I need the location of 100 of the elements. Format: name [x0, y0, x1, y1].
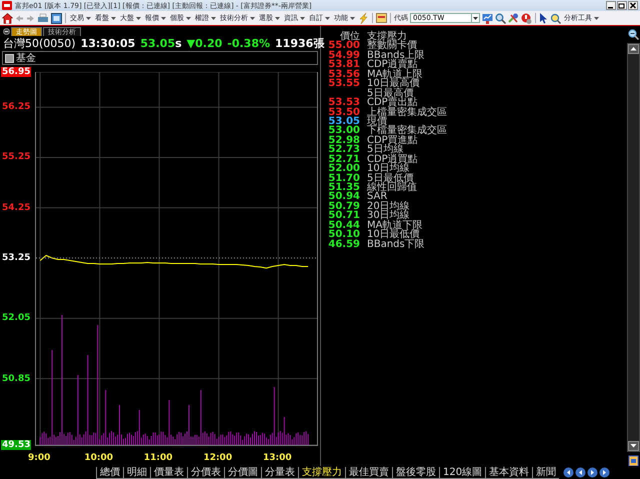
search-icon[interactable] — [495, 12, 506, 24]
volume: 11936張 — [275, 36, 324, 51]
y-axis-label: 55.25 — [1, 152, 32, 162]
price-suffix: s — [175, 37, 182, 50]
level-price: 50.71 — [327, 211, 360, 221]
x-axis-label: 13:00 — [262, 453, 292, 463]
level-label: BBands下限 — [367, 240, 425, 250]
panel-tab[interactable]: 盤後零股 — [392, 466, 439, 478]
level-price: 53.00 — [327, 126, 360, 136]
level-price: 50.44 — [327, 220, 360, 230]
panel-tab[interactable]: 價量表 — [150, 466, 187, 478]
level-price: 50.94 — [327, 192, 360, 202]
pointer-icon[interactable] — [539, 12, 548, 24]
panel-tab[interactable]: 分價圖 — [224, 466, 261, 478]
level-price: 51.70 — [327, 174, 360, 184]
magnifier-icon[interactable] — [550, 12, 561, 24]
caret-icon — [211, 16, 216, 20]
nav-first-icon[interactable] — [563, 467, 574, 478]
panel-tab[interactable]: 支撐壓力 — [298, 466, 345, 478]
level-label: 10日最低價 — [367, 230, 420, 240]
scroll-up-icon[interactable] — [628, 44, 639, 54]
alert-icon[interactable] — [521, 12, 532, 24]
y-axis-label: 56.25 — [1, 102, 32, 112]
scrollbar[interactable] — [627, 43, 640, 452]
level-label: SAR — [367, 192, 388, 202]
caret-icon — [325, 16, 330, 20]
quote-time: 13:30:05 — [80, 37, 136, 50]
y-axis-label: 56.95 — [1, 67, 32, 77]
app-logo-icon — [2, 1, 12, 10]
caret-icon — [186, 16, 191, 20]
dropdown-button[interactable] — [472, 13, 480, 23]
caret-icon — [86, 16, 91, 20]
level-label: CDP逍賣點 — [367, 60, 418, 70]
change-percent: -0.38% — [227, 37, 270, 50]
panel-tab[interactable]: 總價 — [96, 466, 123, 478]
panel-tab[interactable]: 分價表 — [187, 466, 224, 478]
stock-name: 台灣50(0050) — [3, 36, 76, 51]
last-price: 53.05 — [140, 37, 176, 50]
price-change: ▼0.20 — [186, 37, 222, 50]
caret-icon — [250, 16, 255, 20]
level-label: 5日最低價 — [367, 174, 414, 184]
level-price: 46.59 — [327, 240, 360, 250]
home-icon[interactable] — [2, 12, 13, 24]
level-label: 10日均線 — [367, 164, 410, 174]
caret-icon — [136, 16, 141, 20]
level-label: 30日均線 — [367, 211, 410, 221]
x-axis-label: 11:00 — [144, 453, 173, 463]
level-label: 下檔量密集成交區 — [367, 126, 447, 136]
level-label: MA軌道下限 — [367, 220, 422, 230]
y-axis-label: 54.25 — [1, 202, 32, 213]
panel-tab[interactable]: 120線圖 — [439, 466, 486, 478]
panel-icon[interactable] — [376, 13, 387, 23]
level-price: 52.71 — [327, 154, 360, 164]
y-axis-label: 52.05 — [1, 313, 32, 324]
level-price: 53.05 — [327, 116, 360, 126]
minimize-icon[interactable] — [606, 1, 616, 10]
checkbox[interactable] — [5, 54, 14, 62]
zoom-icon[interactable] — [628, 29, 639, 40]
collapse-icon[interactable] — [3, 28, 10, 34]
level-label: CDP買進點 — [367, 136, 418, 146]
clipboard-icon[interactable] — [628, 455, 639, 466]
panel-tab[interactable]: 分量表 — [261, 466, 298, 478]
level-label: 現價 — [367, 116, 387, 126]
panel-tab[interactable]: 明細 — [123, 466, 150, 478]
level-label: 5日均線 — [367, 145, 404, 155]
nav-last-icon[interactable] — [599, 467, 610, 478]
level-label: 線性回歸值 — [367, 183, 417, 192]
level-price: 55.00 — [327, 41, 360, 51]
nav-prev-icon[interactable] — [575, 467, 586, 478]
scroll-down-icon[interactable] — [628, 441, 639, 451]
level-price: 52.00 — [327, 164, 360, 174]
column-header: 支撐壓力 — [367, 32, 407, 42]
panel-tab[interactable]: 基本資料 — [485, 466, 532, 478]
level-price: 51.35 — [327, 183, 360, 192]
level-label: CDP逍買點 — [367, 154, 418, 164]
level-label: 10日最高價 — [367, 79, 420, 89]
dropdown-caret-icon — [473, 16, 478, 20]
x-axis-label: 12:00 — [203, 453, 232, 463]
restore-icon[interactable] — [617, 1, 627, 10]
level-label: CDP賣出點 — [367, 98, 418, 108]
level-label: 整數關卡價 — [367, 41, 417, 51]
caret-icon — [350, 16, 355, 20]
tools-icon[interactable] — [508, 12, 519, 24]
level-price: 50.79 — [327, 202, 360, 212]
panel-tab[interactable]: 新聞 — [532, 466, 560, 478]
chart-board-icon[interactable] — [482, 12, 493, 24]
caret-icon — [300, 16, 305, 20]
x-axis-label: 9:00 — [28, 453, 50, 463]
y-axis-label: 50.85 — [1, 374, 32, 384]
caret-icon — [111, 16, 116, 20]
panel-tab[interactable]: 最佳買賣 — [345, 466, 392, 478]
level-label: MA軌道上限 — [367, 70, 422, 80]
level-label: 5日最高價 — [367, 88, 414, 98]
close-icon[interactable] — [628, 1, 638, 10]
level-price: 50.10 — [327, 230, 360, 240]
level-price: 53.50 — [327, 108, 360, 117]
nav-next-icon[interactable] — [587, 467, 598, 478]
level-price: 52.98 — [327, 136, 360, 146]
window-icon[interactable] — [51, 12, 62, 24]
level-price: 53.56 — [327, 70, 360, 80]
